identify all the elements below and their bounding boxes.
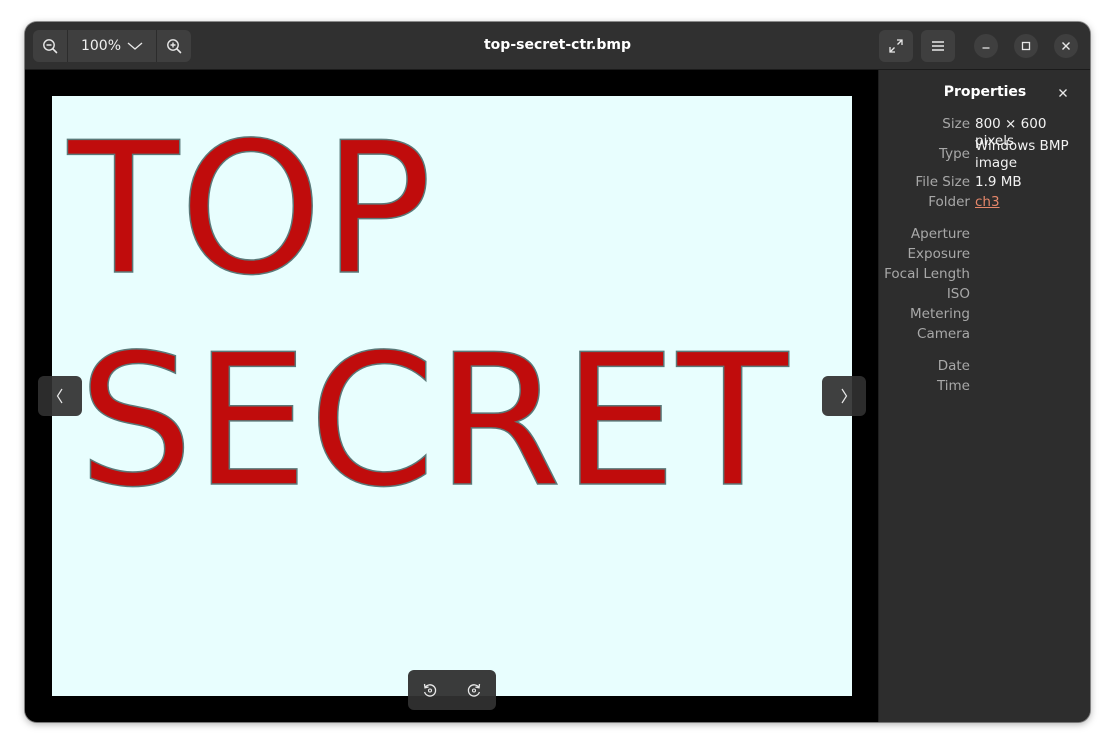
close-properties-button[interactable] [1051, 82, 1075, 104]
headerbar: 100% top-secret-ctr.bmp [25, 22, 1090, 70]
image-text-secret: SECRET [77, 315, 789, 527]
property-label: Type [938, 146, 970, 162]
rotate-toolbar [408, 670, 496, 710]
maximize-icon [1021, 41, 1031, 51]
fullscreen-icon [889, 39, 903, 53]
main-menu-button[interactable] [921, 30, 955, 62]
chevron-left-icon [56, 388, 63, 404]
displayed-image: TOP SECRET [52, 96, 852, 696]
property-label: Date [937, 358, 970, 374]
property-label: File Size [915, 174, 970, 190]
minimize-button[interactable] [974, 34, 998, 58]
rotate-right-button[interactable] [452, 670, 496, 710]
close-icon [1059, 89, 1067, 97]
rotate-left-icon [423, 683, 437, 697]
property-label: Camera [917, 326, 970, 342]
image-canvas[interactable]: TOP SECRET [25, 70, 878, 722]
zoom-in-icon [167, 39, 182, 54]
zoom-in-button[interactable] [157, 30, 191, 62]
property-label: ISO [946, 286, 970, 302]
close-icon [1062, 42, 1070, 50]
hamburger-menu-icon [932, 41, 944, 51]
close-window-button[interactable] [1054, 34, 1078, 58]
zoom-out-button[interactable] [33, 30, 67, 62]
image-text-top: TOP [67, 103, 433, 315]
next-image-button[interactable] [822, 376, 866, 416]
fullscreen-button[interactable] [879, 30, 913, 62]
property-label: Aperture [910, 226, 970, 242]
zoom-level-dropdown[interactable]: 100% [67, 30, 157, 62]
rotate-right-icon [467, 683, 481, 697]
zoom-out-icon [43, 39, 58, 54]
property-label: Metering [910, 306, 970, 322]
previous-image-button[interactable] [38, 376, 82, 416]
properties-sidebar: Properties Size 800 × 600 pixels Type Wi… [878, 70, 1090, 722]
chevron-right-icon [841, 388, 848, 404]
property-label: Size [942, 116, 970, 132]
rotate-left-button[interactable] [408, 670, 452, 710]
property-label: Exposure [907, 246, 971, 262]
folder-link[interactable]: ch3 [975, 194, 1087, 211]
maximize-button[interactable] [1014, 34, 1038, 58]
property-label: Focal Length [884, 266, 970, 282]
image-viewer-window: 100% top-secret-ctr.bmp TOP SECRET Prope… [25, 22, 1090, 722]
minimize-icon [982, 47, 990, 49]
property-value: Windows BMP image [975, 138, 1069, 171]
chevron-down-icon [127, 42, 143, 50]
zoom-level-label: 100% [80, 38, 122, 54]
property-label: Time [936, 378, 970, 394]
property-label: Folder [928, 194, 970, 210]
zoom-controls: 100% [33, 30, 191, 62]
property-value: 1.9 MB [975, 174, 1022, 190]
